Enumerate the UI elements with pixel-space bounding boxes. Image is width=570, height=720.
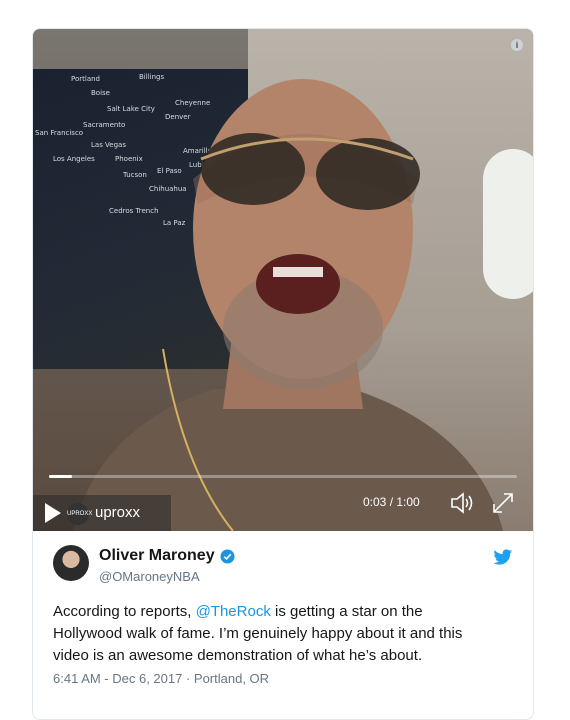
author-handle[interactable]: @OMaroneyNBA <box>99 569 200 584</box>
author-name[interactable]: Oliver Maroney <box>99 547 215 565</box>
tweet-timestamp-location[interactable]: 6:41 AM - Dec 6, 2017 · Portland, OR <box>53 671 269 686</box>
play-icon[interactable] <box>43 501 63 525</box>
video-controls-left: UPROXX uproxx <box>33 495 171 531</box>
channel-name: uproxx <box>95 504 141 521</box>
twitter-bird-icon[interactable] <box>493 549 513 566</box>
avatar[interactable] <box>53 545 89 581</box>
author-row: Oliver Maroney <box>99 547 235 565</box>
video-player[interactable]: Portland Billings Boise Salt Lake City C… <box>33 29 533 531</box>
uproxx-logo: UPROXX <box>67 503 92 525</box>
tweet-text: According to reports, @TheRock is gettin… <box>53 601 493 667</box>
person-figure <box>73 79 503 531</box>
video-time-display: 0:03 / 1:00 <box>363 495 420 509</box>
mention-link[interactable]: @TheRock <box>196 603 271 620</box>
video-progress-bar[interactable] <box>49 475 517 478</box>
video-progress-fill <box>49 475 73 478</box>
verified-icon <box>220 548 235 564</box>
embedded-tweet-card: Portland Billings Boise Salt Lake City C… <box>32 28 534 720</box>
volume-icon[interactable] <box>449 491 475 515</box>
fullscreen-icon[interactable] <box>491 491 515 515</box>
info-icon[interactable]: i <box>511 39 523 51</box>
tweet-text-start: According to reports, <box>53 603 196 620</box>
tweet-body: Oliver Maroney @OMaroneyNBA According to… <box>33 531 533 686</box>
